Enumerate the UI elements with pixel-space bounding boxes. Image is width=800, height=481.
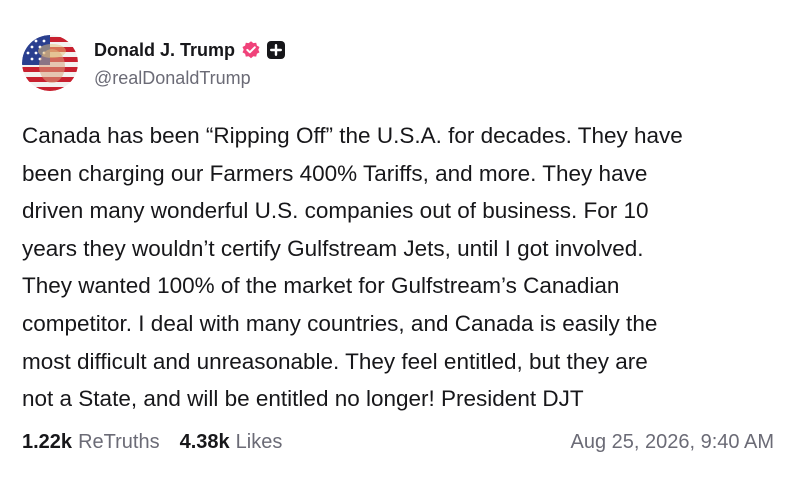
retruths-label[interactable]: ReTruths [78,431,160,454]
flag-portrait-avatar-icon [22,35,78,91]
verified-badge-icon [242,41,260,59]
author-handle[interactable]: @realDonaldTrump [94,68,251,89]
post-text: Canada has been “Ripping Off” the U.S.A.… [22,123,683,412]
post-stats: 1.22k ReTruths 4.38k Likes [22,431,282,454]
author-name-row: Donald J. Trump [94,38,286,62]
plus-square-icon [267,41,286,59]
retruths-count[interactable]: 1.22k [22,431,72,454]
truth-post: Donald J. Trump @realDonaldTrump Canada … [0,0,800,481]
post-timestamp[interactable]: Aug 25, 2026, 9:40 AM [571,431,775,454]
author-display-name[interactable]: Donald J. Trump [94,40,235,61]
likes-label[interactable]: Likes [236,431,283,454]
likes-count[interactable]: 4.38k [180,431,230,454]
avatar[interactable] [22,35,78,91]
